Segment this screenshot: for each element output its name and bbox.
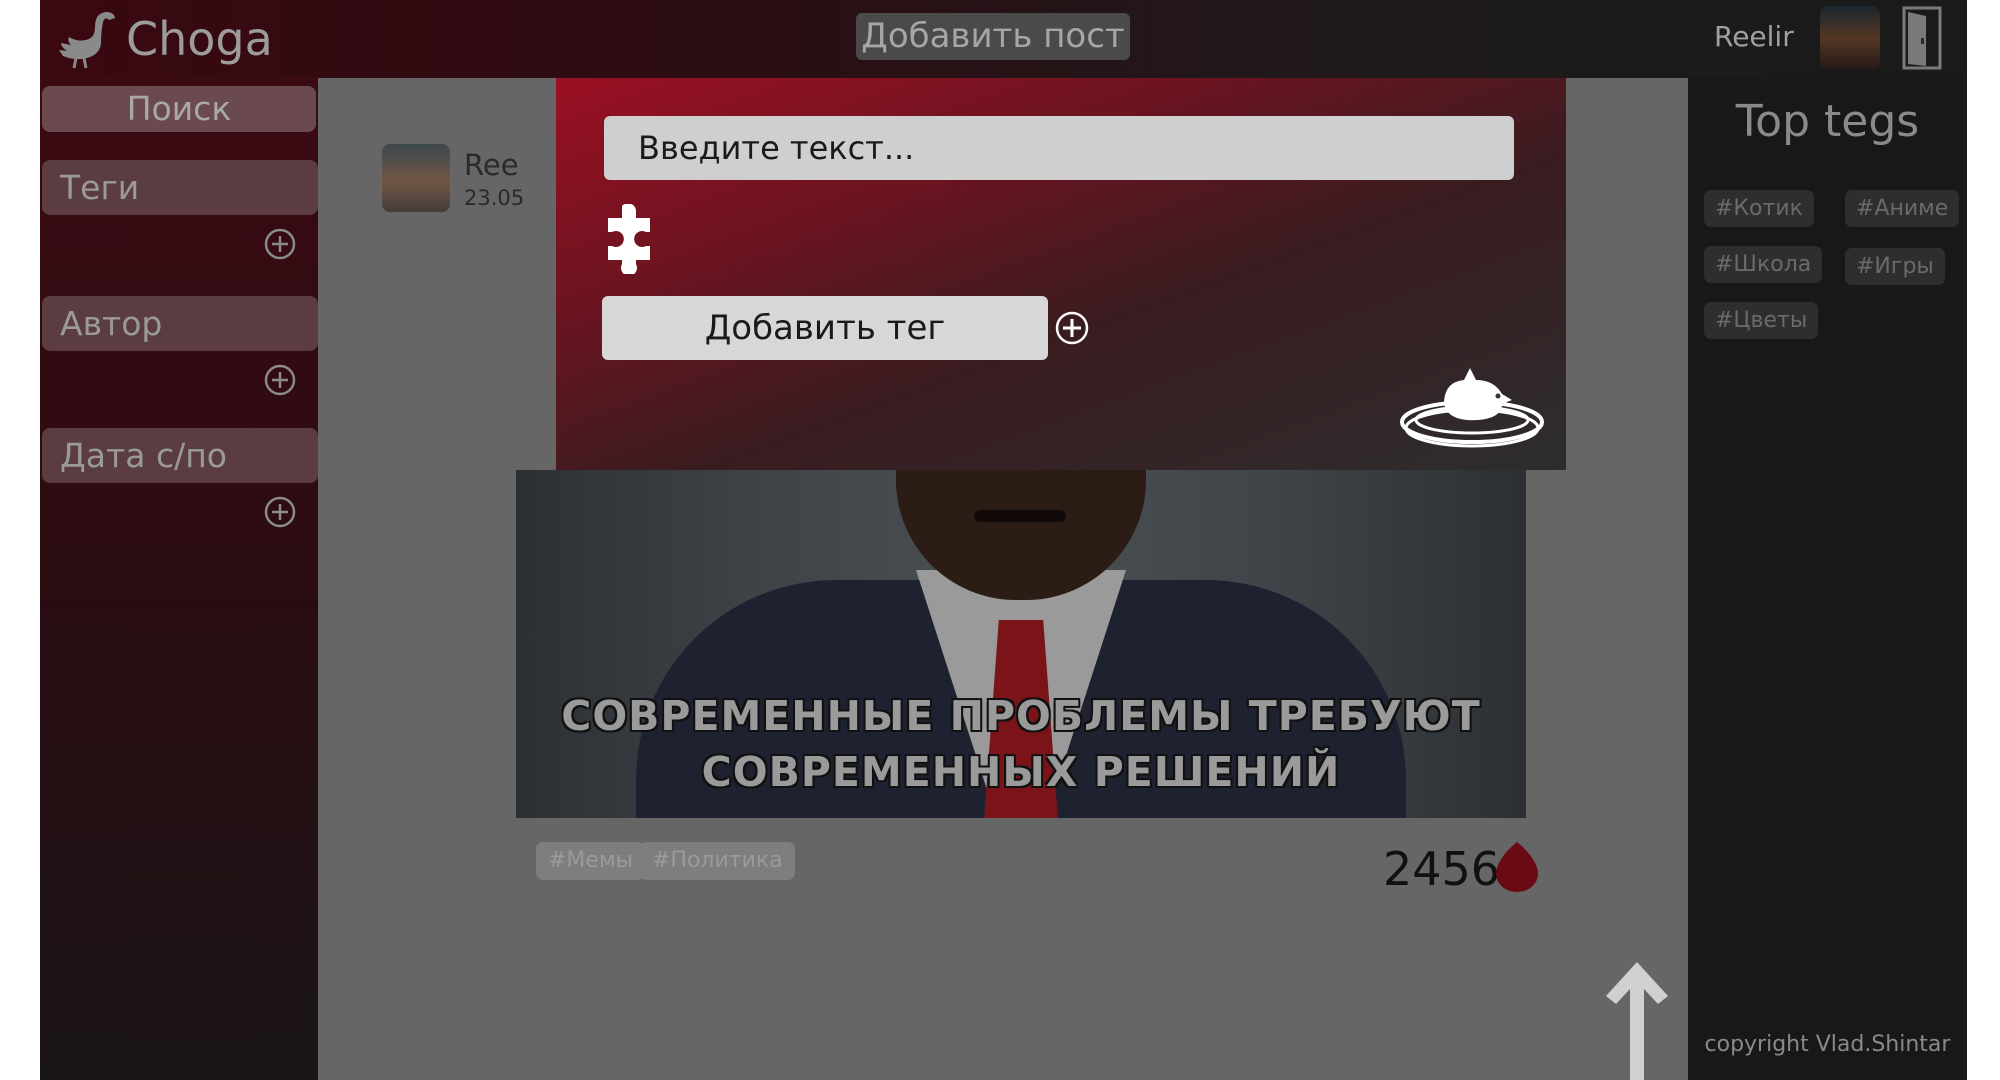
top-bar: Choga Добавить пост Reelir <box>40 0 1967 78</box>
filter-tags[interactable]: Теги <box>42 160 318 215</box>
filter-sidebar: Поиск Теги Автор Дата с/по <box>40 78 318 1080</box>
username[interactable]: Reelir <box>1714 20 1794 53</box>
caption-line-1: СОВРЕМЕННЫЕ ПРОБЛЕМЫ ТРЕБУЮТ <box>561 692 1481 740</box>
app-window: Choga Добавить пост Reelir Поиск Теги Ав… <box>40 0 1967 1080</box>
plus-circle-icon[interactable] <box>264 496 296 528</box>
top-tags-panel: Top tegs #Котик #Аниме #Школа #Игры #Цве… <box>1688 78 1967 1080</box>
add-post-modal: Добавить тег <box>556 78 1566 470</box>
post-image[interactable]: СОВРЕМЕННЫЕ ПРОБЛЕМЫ ТРЕБУЮТ СОВРЕМЕННЫХ… <box>516 470 1526 818</box>
meme-caption: СОВРЕМЕННЫЕ ПРОБЛЕМЫ ТРЕБУЮТ СОВРЕМЕННЫХ… <box>516 688 1526 800</box>
app-name[interactable]: Choga <box>126 12 273 66</box>
top-tag[interactable]: #Котик <box>1704 190 1814 227</box>
add-tag-button[interactable]: Добавить тег <box>602 296 1048 360</box>
add-post-button[interactable]: Добавить пост <box>856 13 1130 60</box>
meme-mouth <box>974 510 1066 522</box>
plus-circle-icon[interactable] <box>264 364 296 396</box>
search-button[interactable]: Поиск <box>42 86 316 132</box>
top-tag[interactable]: #Игры <box>1845 248 1945 285</box>
post-text-input[interactable] <box>604 116 1514 180</box>
copyright: copyright Vlad.Shintar <box>1704 1032 1951 1057</box>
top-tag[interactable]: #Аниме <box>1845 190 1960 227</box>
filter-date-range[interactable]: Дата с/по <box>42 428 318 483</box>
drop-icon[interactable] <box>1494 840 1540 892</box>
goose-icon[interactable] <box>54 8 118 70</box>
post-author-avatar[interactable] <box>382 144 450 212</box>
avatar[interactable] <box>1820 6 1880 70</box>
nest-icon[interactable] <box>1398 360 1546 450</box>
post-tag[interactable]: #Политика <box>640 842 795 880</box>
arrow-up-icon[interactable] <box>1602 958 1672 1080</box>
top-tags-title: Top tegs <box>1735 96 1920 147</box>
top-tag[interactable]: #Школа <box>1704 246 1823 283</box>
plus-circle-icon[interactable] <box>1054 310 1090 346</box>
post-author[interactable]: Ree <box>464 148 519 182</box>
like-count: 2456 <box>1383 842 1501 896</box>
caption-line-2: СОВРЕМЕННЫХ РЕШЕНИЙ <box>701 748 1341 796</box>
plus-circle-icon[interactable] <box>264 228 296 260</box>
top-tag[interactable]: #Цветы <box>1704 302 1819 339</box>
puzzle-icon[interactable] <box>600 204 656 274</box>
post-date: 23.05 <box>464 186 525 210</box>
filter-author[interactable]: Автор <box>42 296 318 351</box>
door-icon[interactable] <box>1902 6 1942 70</box>
post-tag[interactable]: #Мемы <box>536 842 645 880</box>
